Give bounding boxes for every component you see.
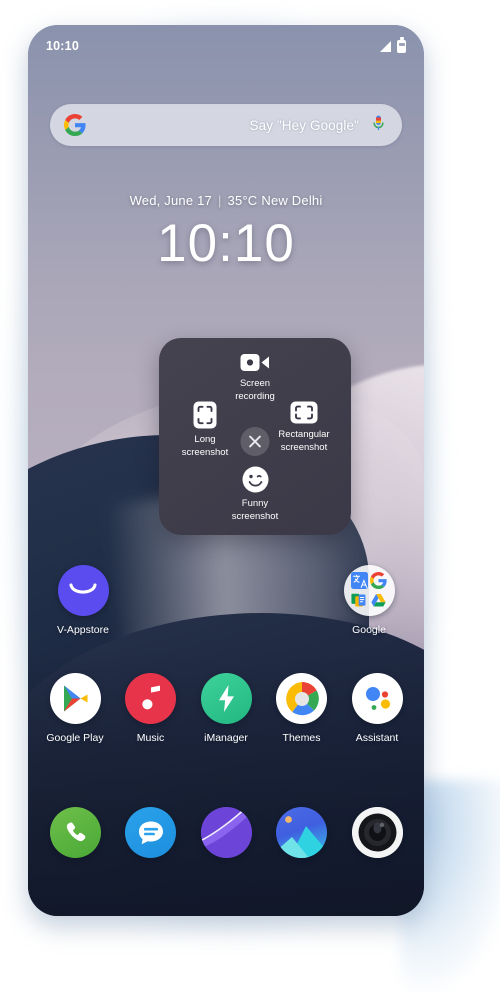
date-text: Wed, June 17 [129, 193, 212, 208]
dock [28, 807, 424, 866]
funny-screenshot-option[interactable]: Funny screenshot [210, 466, 300, 523]
app-google-folder[interactable]: Google [334, 565, 404, 636]
screen-recording-option[interactable]: Screen recording [207, 352, 303, 403]
rectangular-screenshot-label: Rectangular screenshot [278, 429, 330, 453]
camera-icon [351, 807, 403, 858]
browser-icon [200, 807, 252, 858]
google-assistant-icon [351, 673, 403, 724]
long-screenshot-option[interactable]: Long screenshot [168, 401, 242, 459]
battery-icon [397, 37, 406, 53]
imanager-icon [200, 673, 252, 724]
temperature-text: 35°C [227, 193, 258, 208]
app-label-assistant: Assistant [355, 732, 399, 744]
wink-smiley-icon [242, 466, 268, 493]
search-hint-text: Say "Hey Google" [249, 117, 359, 133]
app-label-music: Music [136, 732, 165, 744]
funny-screenshot-label: Funny screenshot [231, 498, 279, 522]
google-folder-icon [343, 565, 395, 616]
home-row-1: V-Appstore Google [28, 565, 424, 636]
rect-capture-icon [290, 401, 318, 424]
screenshot-options-panel: Screen recording Long screenshot Rectang… [159, 338, 351, 535]
app-browser[interactable] [191, 807, 261, 866]
rectangular-screenshot-option[interactable]: Rectangular screenshot [262, 401, 346, 454]
folder-app-docs [351, 592, 369, 610]
clock-time: 10:10 [157, 214, 295, 273]
app-phone[interactable] [40, 807, 110, 866]
app-camera[interactable] [342, 807, 412, 866]
clock-widget[interactable]: Wed, June 17 | 35°C New Delhi 10:10 [28, 193, 424, 271]
app-imanager[interactable]: iManager [191, 673, 261, 744]
google-search-bar[interactable]: Say "Hey Google" [50, 104, 402, 146]
app-themes[interactable]: Themes [267, 673, 337, 744]
close-x-icon [249, 435, 261, 448]
date-divider: | [217, 193, 222, 208]
google-play-icon [49, 673, 101, 724]
app-label-google-play: Google Play [46, 732, 104, 744]
close-panel-button[interactable] [240, 427, 270, 456]
video-camera-icon [240, 354, 269, 371]
v-appstore-icon [57, 565, 109, 616]
folder-app-drive [370, 592, 388, 610]
status-bar: 10:10 [28, 25, 424, 67]
app-google-play[interactable]: Google Play [40, 673, 110, 744]
microphone-icon[interactable] [371, 114, 386, 136]
messages-icon [125, 807, 176, 858]
app-label-themes: Themes [282, 732, 321, 744]
location-text: New Delhi [261, 193, 323, 208]
date-weather-line: Wed, June 17 | 35°C New Delhi [28, 193, 424, 208]
themes-icon [276, 673, 327, 724]
folder-app-google [370, 572, 388, 590]
gallery-icon [276, 807, 327, 858]
screen-recording-label: Screen recording [235, 378, 275, 402]
app-messages[interactable] [116, 807, 186, 866]
app-label-google-folder: Google [352, 624, 386, 636]
google-g-icon [64, 114, 86, 136]
app-music[interactable]: Music [116, 673, 186, 744]
app-label-imanager: iManager [204, 732, 248, 744]
signal-bars-icon [380, 40, 391, 52]
long-screenshot-label: Long screenshot [181, 434, 229, 458]
status-bar-time: 10:10 [46, 39, 79, 53]
app-v-appstore[interactable]: V-Appstore [48, 565, 118, 636]
page-root: 10:10 Say "Hey Google" Wed, June 17 | 35… [0, 0, 500, 993]
app-assistant[interactable]: Assistant [342, 673, 412, 744]
app-gallery[interactable] [267, 807, 337, 866]
phone-screen: 10:10 Say "Hey Google" Wed, June 17 | 35… [28, 25, 424, 916]
home-row-2: Google Play Music iManager Themes Assist… [28, 673, 424, 744]
app-label-v-appstore: V-Appstore [57, 624, 109, 636]
music-icon [125, 673, 176, 724]
long-capture-icon [193, 401, 217, 429]
phone-icon [49, 807, 101, 858]
folder-app-translate [350, 572, 369, 590]
status-bar-icons [380, 37, 406, 53]
